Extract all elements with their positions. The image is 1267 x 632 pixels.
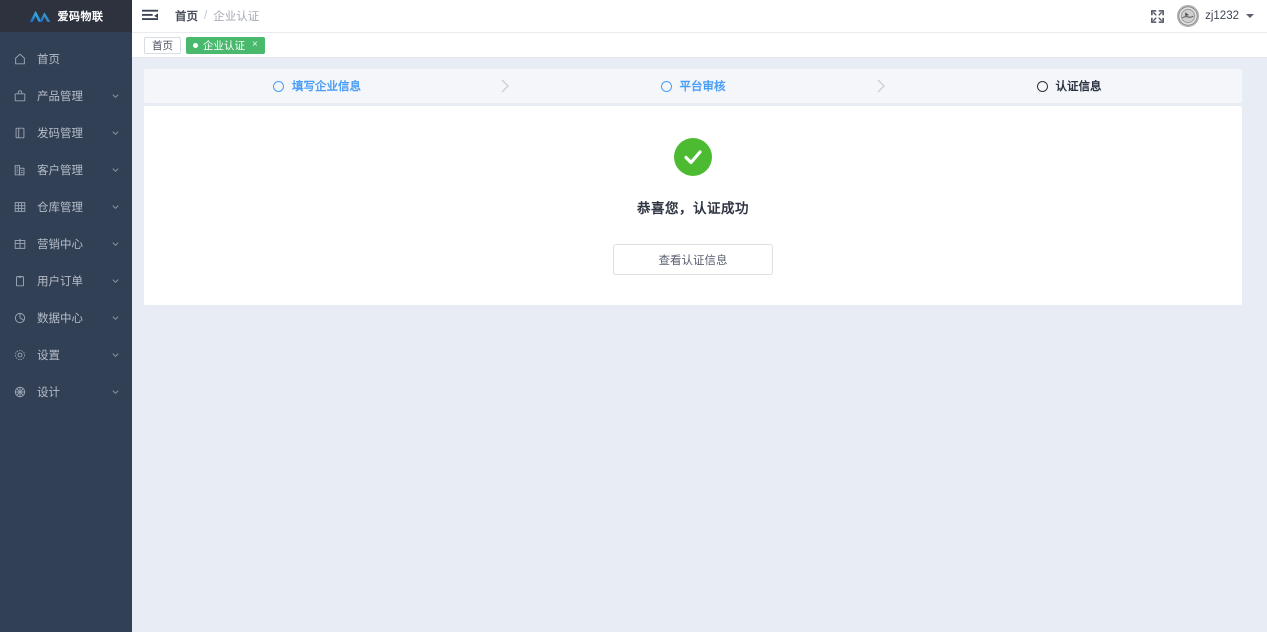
pie-chart-icon	[13, 311, 27, 325]
sidebar-item-label: 发码管理	[37, 127, 83, 140]
sidebar-item-label: 首页	[37, 53, 60, 66]
step-certification-info: 认证信息	[896, 78, 1242, 94]
chevron-down-icon	[111, 239, 120, 248]
chevron-down-icon	[111, 350, 120, 359]
step-indicator: 填写企业信息 平台审核 认证信息	[144, 69, 1242, 103]
sidebar-item-label: 产品管理	[37, 90, 83, 103]
book-icon	[13, 126, 27, 140]
step-platform-review: 平台审核	[520, 78, 866, 94]
sidebar-item-label: 用户订单	[37, 275, 83, 288]
app-root: 爱码物联 首页 产品管理 发码管理 客户管理 仓库管理 营销中心 用户订单 数据…	[0, 0, 1267, 632]
username-label: zj1232	[1205, 10, 1239, 22]
check-circle-success-icon	[674, 138, 712, 176]
chevron-down-icon	[111, 276, 120, 285]
bag-icon	[13, 89, 27, 103]
breadcrumb-home[interactable]: 首页	[175, 8, 198, 24]
chevron-down-icon	[111, 202, 120, 211]
user-menu[interactable]: zj1232	[1177, 5, 1254, 27]
step-fill-enterprise-info: 填写企业信息	[144, 78, 490, 94]
view-certification-info-button[interactable]: 查看认证信息	[613, 244, 773, 275]
breadcrumb: 首页 / 企业认证	[175, 8, 259, 24]
chevron-down-icon	[111, 91, 120, 100]
gear-icon	[13, 348, 27, 362]
clipboard-icon	[13, 274, 27, 288]
sidebar-item-home[interactable]: 首页	[0, 40, 132, 77]
step-circle-icon	[273, 80, 284, 92]
sidebar-item-product-management[interactable]: 产品管理	[0, 77, 132, 114]
page-body: 填写企业信息 平台审核 认证信息 恭喜您，认证成功 查看认证信息	[132, 58, 1267, 632]
table-icon	[13, 237, 27, 251]
sidebar-item-marketing-center[interactable]: 营销中心	[0, 225, 132, 262]
sidebar-item-settings[interactable]: 设置	[0, 336, 132, 373]
sidebar-item-user-orders[interactable]: 用户订单	[0, 262, 132, 299]
close-icon[interactable]: ×	[252, 40, 258, 50]
sidebar-item-warehouse-management[interactable]: 仓库管理	[0, 188, 132, 225]
topbar-right: zj1232	[1150, 5, 1254, 27]
step-label: 填写企业信息	[292, 81, 361, 93]
brand-logo[interactable]: 爱码物联	[0, 0, 132, 32]
active-tab-dot-icon	[193, 42, 198, 48]
sidebar-item-data-center[interactable]: 数据中心	[0, 299, 132, 336]
sidebar-item-label: 仓库管理	[37, 201, 83, 214]
sidebar-item-design[interactable]: 设计	[0, 373, 132, 410]
chevron-right-icon	[866, 77, 896, 95]
breadcrumb-separator: /	[204, 10, 208, 22]
sidebar-item-label: 设计	[37, 386, 60, 399]
result-title: 恭喜您，认证成功	[637, 201, 749, 216]
mountain-aa-logo-icon	[29, 9, 51, 23]
chevron-down-icon	[111, 128, 120, 137]
sidebar-item-label: 数据中心	[37, 312, 83, 325]
result-card: 恭喜您，认证成功 查看认证信息	[144, 106, 1242, 305]
sidebar: 爱码物联 首页 产品管理 发码管理 客户管理 仓库管理 营销中心 用户订单 数据…	[0, 0, 132, 632]
tab-bar: 首页 企业认证 ×	[132, 33, 1267, 58]
chevron-down-icon	[111, 313, 120, 322]
sidebar-item-label: 客户管理	[37, 164, 83, 177]
sidebar-item-code-management[interactable]: 发码管理	[0, 114, 132, 151]
building-icon	[13, 163, 27, 177]
tab-label: 首页	[152, 39, 173, 52]
home-icon	[13, 52, 27, 66]
step-circle-icon	[660, 80, 672, 92]
sidebar-item-label: 营销中心	[37, 238, 83, 251]
hamburger-collapse-icon[interactable]	[142, 9, 158, 23]
fullscreen-expand-icon[interactable]	[1150, 9, 1165, 24]
main-area: 首页 / 企业认证 zj1232 首页 企业认证 × 填写企业信息 平台审核 认…	[132, 0, 1267, 632]
breadcrumb-current: 企业认证	[213, 11, 260, 23]
tab-home[interactable]: 首页	[144, 36, 181, 54]
chevron-down-icon	[111, 387, 120, 396]
sidebar-item-label: 设置	[37, 349, 60, 362]
chevron-down-icon	[111, 165, 120, 174]
grid-icon	[13, 200, 27, 214]
topbar: 首页 / 企业认证 zj1232	[132, 0, 1267, 33]
palette-icon	[13, 385, 27, 399]
chevron-down-icon	[1246, 14, 1254, 18]
tab-label: 企业认证	[203, 39, 245, 52]
step-label: 认证信息	[1055, 81, 1102, 93]
user-avatar	[1177, 5, 1200, 27]
sidebar-nav: 首页 产品管理 发码管理 客户管理 仓库管理 营销中心 用户订单 数据中心 设置…	[0, 32, 132, 410]
step-circle-icon	[1036, 80, 1048, 92]
chevron-right-icon	[490, 77, 520, 95]
tab-enterprise-certification[interactable]: 企业认证 ×	[186, 36, 265, 54]
brand-name: 爱码物联	[57, 11, 104, 23]
sidebar-item-customer-management[interactable]: 客户管理	[0, 151, 132, 188]
step-label: 平台审核	[679, 81, 726, 93]
